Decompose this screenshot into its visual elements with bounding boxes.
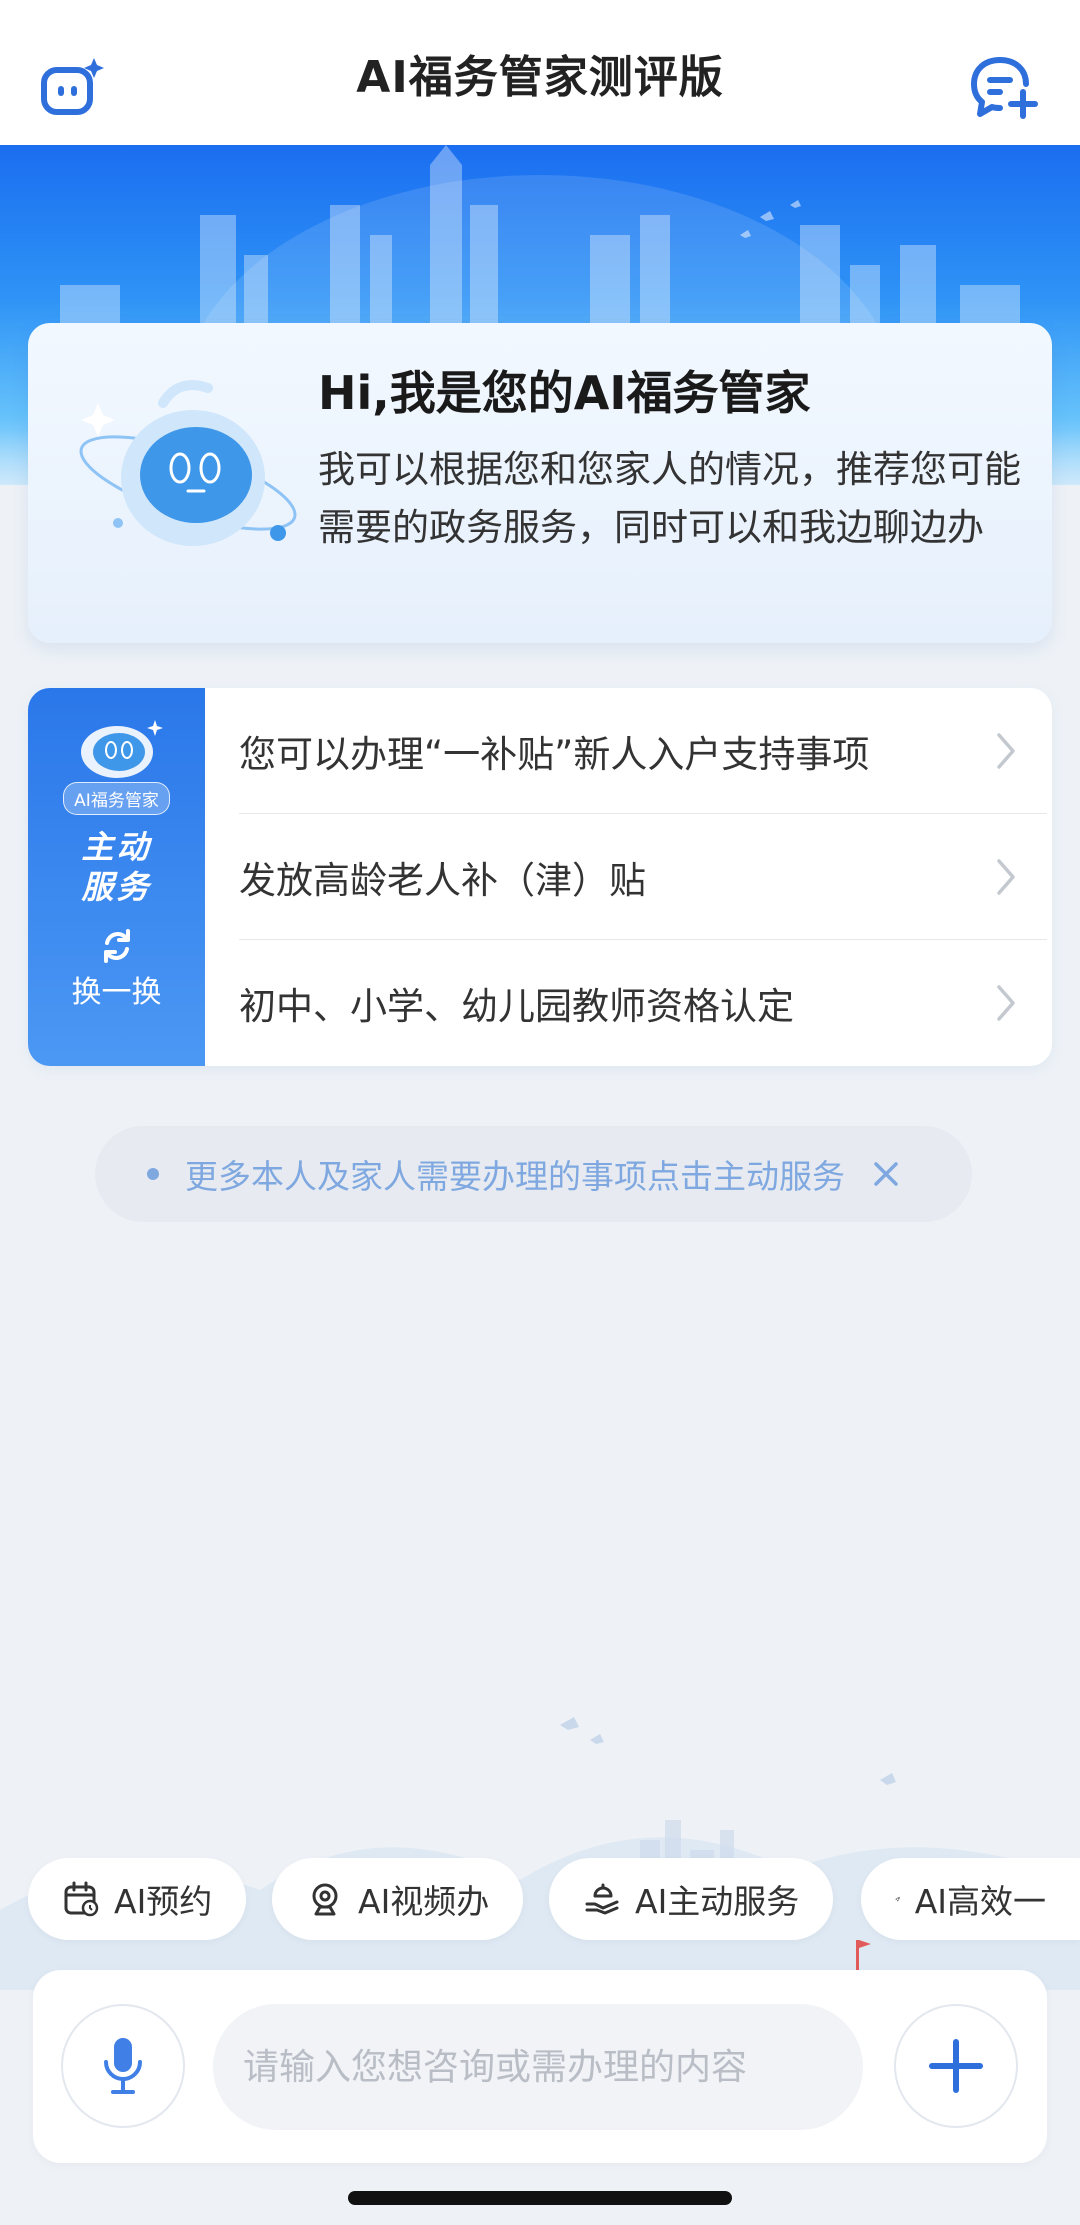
input-bar [33, 1970, 1047, 2163]
mascot-icon [80, 720, 163, 778]
rocket-icon [895, 1896, 901, 1902]
new-chat-icon[interactable] [970, 56, 1040, 120]
add-attachment-button[interactable] [894, 2004, 1018, 2128]
welcome-title: Hi,我是您的AI福务管家 [318, 366, 811, 420]
chevron-right-icon [997, 858, 1015, 895]
tip-banner[interactable]: 更多本人及家人需要办理的事项点击主动服务 [95, 1126, 972, 1222]
proactive-service-title: 主动 服务 [81, 827, 151, 907]
chevron-right-icon [997, 985, 1015, 1021]
proactive-service-panel[interactable]: AI福务管家 主动 服务 换一换 [28, 688, 205, 1066]
webcam-icon [312, 1883, 338, 1916]
ai-proactive-service-chip[interactable]: AI主动服务 [549, 1858, 834, 1940]
refresh-button[interactable]: 换一换 [72, 967, 162, 1011]
welcome-card: Hi,我是您的AI福务管家 我可以根据您和您家人的情况，推荐您可能需要的政务服务… [28, 323, 1052, 643]
quick-actions: AI预约 AI视频办 AI主动服务 AI高效一 [0, 1858, 1080, 1942]
proactive-service-title-line2: 服务 [81, 868, 152, 906]
service-item[interactable]: 您可以办理“一补贴”新人入户支持事项 [239, 688, 1047, 814]
ai-efficient-chip[interactable]: AI高效一 [861, 1858, 1080, 1940]
close-icon[interactable] [871, 1159, 901, 1189]
voice-input-button[interactable] [61, 2004, 185, 2128]
service-item-label: 您可以办理“一补贴”新人入户支持事项 [239, 732, 870, 776]
proactive-service-title-line1: 主动 [81, 828, 152, 866]
chip-label: AI预约 [114, 1882, 213, 1921]
app-header: AI福务管家测评版 [0, 0, 1080, 145]
robot-face-icon[interactable] [40, 56, 104, 120]
assistant-badge: AI福务管家 [63, 782, 170, 815]
tip-text[interactable]: 更多本人及家人需要办理的事项点击主动服务 [185, 1150, 845, 1198]
microphone-icon [104, 2038, 142, 2094]
plus-icon [929, 2039, 983, 2093]
service-item-label: 发放高龄老人补（津）贴 [239, 858, 646, 902]
landscape-illustration [0, 1717, 1080, 1990]
bullet-dot-icon [147, 1168, 159, 1180]
chevron-right-icon [997, 732, 1015, 769]
refresh-icon[interactable] [98, 927, 136, 965]
ai-video-chip[interactable]: AI视频办 [272, 1858, 524, 1940]
service-item[interactable]: 发放高龄老人补（津）贴 [239, 814, 1047, 940]
welcome-description: 我可以根据您和您家人的情况，推荐您可能需要的政务服务，同时可以和我边聊边办 [318, 448, 1021, 549]
page-title: AI福务管家测评版 [356, 51, 724, 103]
service-item[interactable]: 初中、小学、幼儿园教师资格认定 [239, 940, 1047, 1066]
chip-label: AI视频办 [358, 1882, 490, 1921]
ai-appointment-chip[interactable]: AI预约 [28, 1858, 247, 1940]
service-item-label: 初中、小学、幼儿园教师资格认定 [239, 985, 794, 1028]
ai-assistant-mascot-icon [79, 380, 297, 546]
hand-service-icon [585, 1883, 619, 1915]
home-indicator[interactable] [348, 2191, 732, 2205]
calendar-icon [64, 1881, 99, 1917]
service-list: 您可以办理“一补贴”新人入户支持事项 发放高龄老人补（津）贴 初中、小学、幼儿园… [239, 688, 1047, 1066]
message-input[interactable] [213, 2004, 863, 2130]
chip-label: AI主动服务 [635, 1882, 800, 1921]
proactive-service-card: AI福务管家 主动 服务 换一换 您可以办理“一补贴”新人入户支持事项 发放高龄… [28, 688, 1052, 1066]
chip-label: AI高效一 [914, 1882, 1046, 1921]
